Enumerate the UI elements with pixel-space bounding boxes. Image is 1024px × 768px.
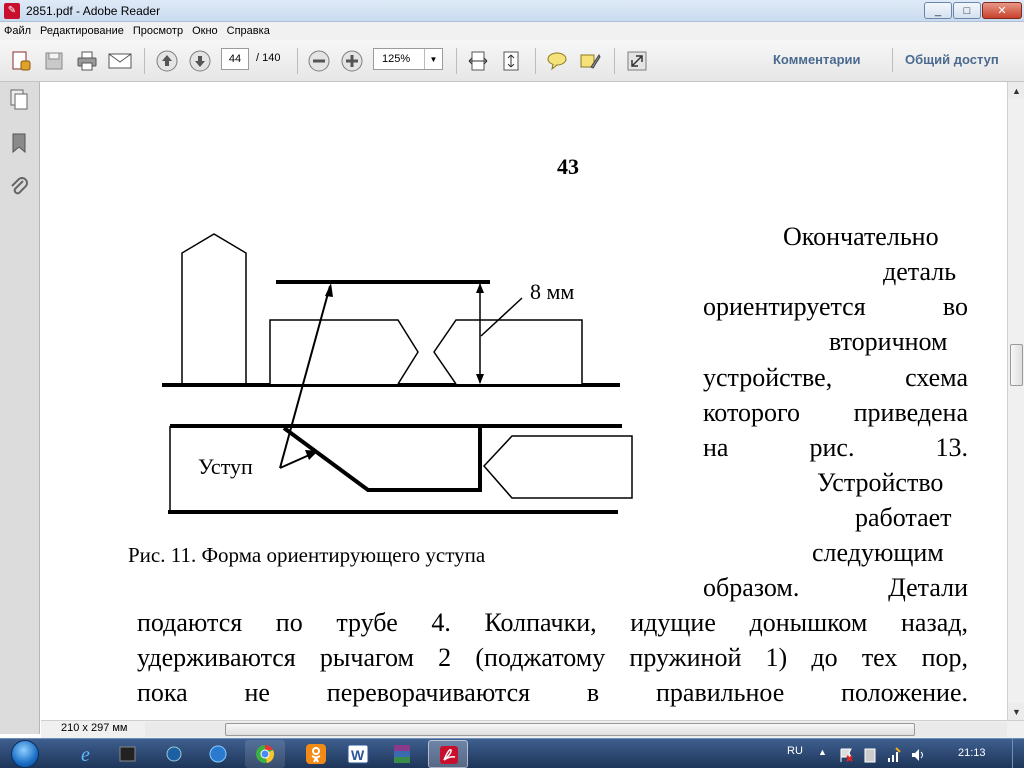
text-line: следующим bbox=[812, 538, 944, 567]
odnoklassniki-icon bbox=[306, 744, 326, 764]
audio-app-icon[interactable] bbox=[163, 743, 185, 765]
clock[interactable]: 21:13 bbox=[958, 747, 986, 759]
taskbar-item-adobe-reader[interactable] bbox=[428, 740, 468, 768]
word-icon: W bbox=[347, 744, 369, 764]
text-line: подаются по трубе 4. Колпачки, идущие до… bbox=[137, 608, 968, 637]
scroll-down-icon[interactable]: ▼ bbox=[1008, 703, 1024, 720]
chrome-icon bbox=[256, 745, 275, 763]
start-button[interactable] bbox=[4, 739, 46, 768]
browser-app-icon[interactable] bbox=[207, 743, 229, 765]
taskbar-item-winrar[interactable] bbox=[382, 740, 422, 768]
windows-logo-icon bbox=[11, 740, 39, 768]
scroll-up-icon[interactable]: ▲ bbox=[1008, 82, 1024, 99]
text-line: ориентируется во bbox=[703, 292, 968, 321]
taskbar-item-odnoklassniki[interactable] bbox=[296, 740, 336, 768]
text-line: Устройство bbox=[817, 468, 944, 497]
page-size-readout: 210 x 297 мм bbox=[61, 722, 128, 734]
taskbar-item-chrome[interactable] bbox=[245, 740, 285, 768]
text-line: вторичном bbox=[829, 327, 948, 356]
tray-expand-icon[interactable]: ▲ bbox=[818, 747, 827, 757]
language-indicator[interactable]: RU bbox=[787, 745, 803, 757]
figure-caption: Рис. 11. Форма ориентирующего уступа bbox=[128, 543, 486, 567]
dimension-label: 8 мм bbox=[530, 279, 575, 304]
taskbar-item-word[interactable]: W bbox=[338, 740, 378, 768]
text-line: Окончательно bbox=[783, 222, 939, 251]
adobe-reader-icon bbox=[440, 746, 458, 764]
taskbar: e W RU ▲ 21:13 bbox=[0, 738, 1024, 768]
action-center-flag-icon[interactable] bbox=[838, 747, 854, 763]
archive-icon bbox=[394, 745, 410, 763]
text-line: образом. Детали bbox=[703, 573, 968, 602]
text-line: которого приведена bbox=[703, 398, 968, 427]
text-line: деталь bbox=[883, 257, 957, 286]
device-icon[interactable] bbox=[862, 747, 878, 763]
text-line: пока не переворачиваются в правильное по… bbox=[137, 678, 968, 707]
horizontal-scrollbar[interactable] bbox=[145, 722, 1007, 737]
svg-text:e: e bbox=[81, 744, 90, 765]
text-line: работает bbox=[855, 503, 952, 532]
internet-explorer-icon[interactable]: e bbox=[78, 743, 100, 765]
horizontal-scroll-thumb[interactable] bbox=[225, 723, 915, 736]
svg-text:W: W bbox=[351, 747, 365, 763]
text-line: на рис. 13. bbox=[703, 433, 968, 462]
vertical-scrollbar[interactable]: ▲ ▼ bbox=[1007, 82, 1024, 720]
network-icon[interactable] bbox=[886, 747, 902, 763]
text-line: удерживаются рычагом 2 (поджатому пружин… bbox=[137, 643, 968, 672]
show-desktop-button[interactable] bbox=[1012, 739, 1024, 768]
text-line: устройстве, схема bbox=[703, 363, 968, 392]
volume-icon[interactable] bbox=[910, 747, 926, 763]
step-label: Уступ bbox=[198, 454, 253, 479]
media-app-icon[interactable] bbox=[117, 743, 139, 765]
scroll-thumb[interactable] bbox=[1010, 344, 1023, 386]
